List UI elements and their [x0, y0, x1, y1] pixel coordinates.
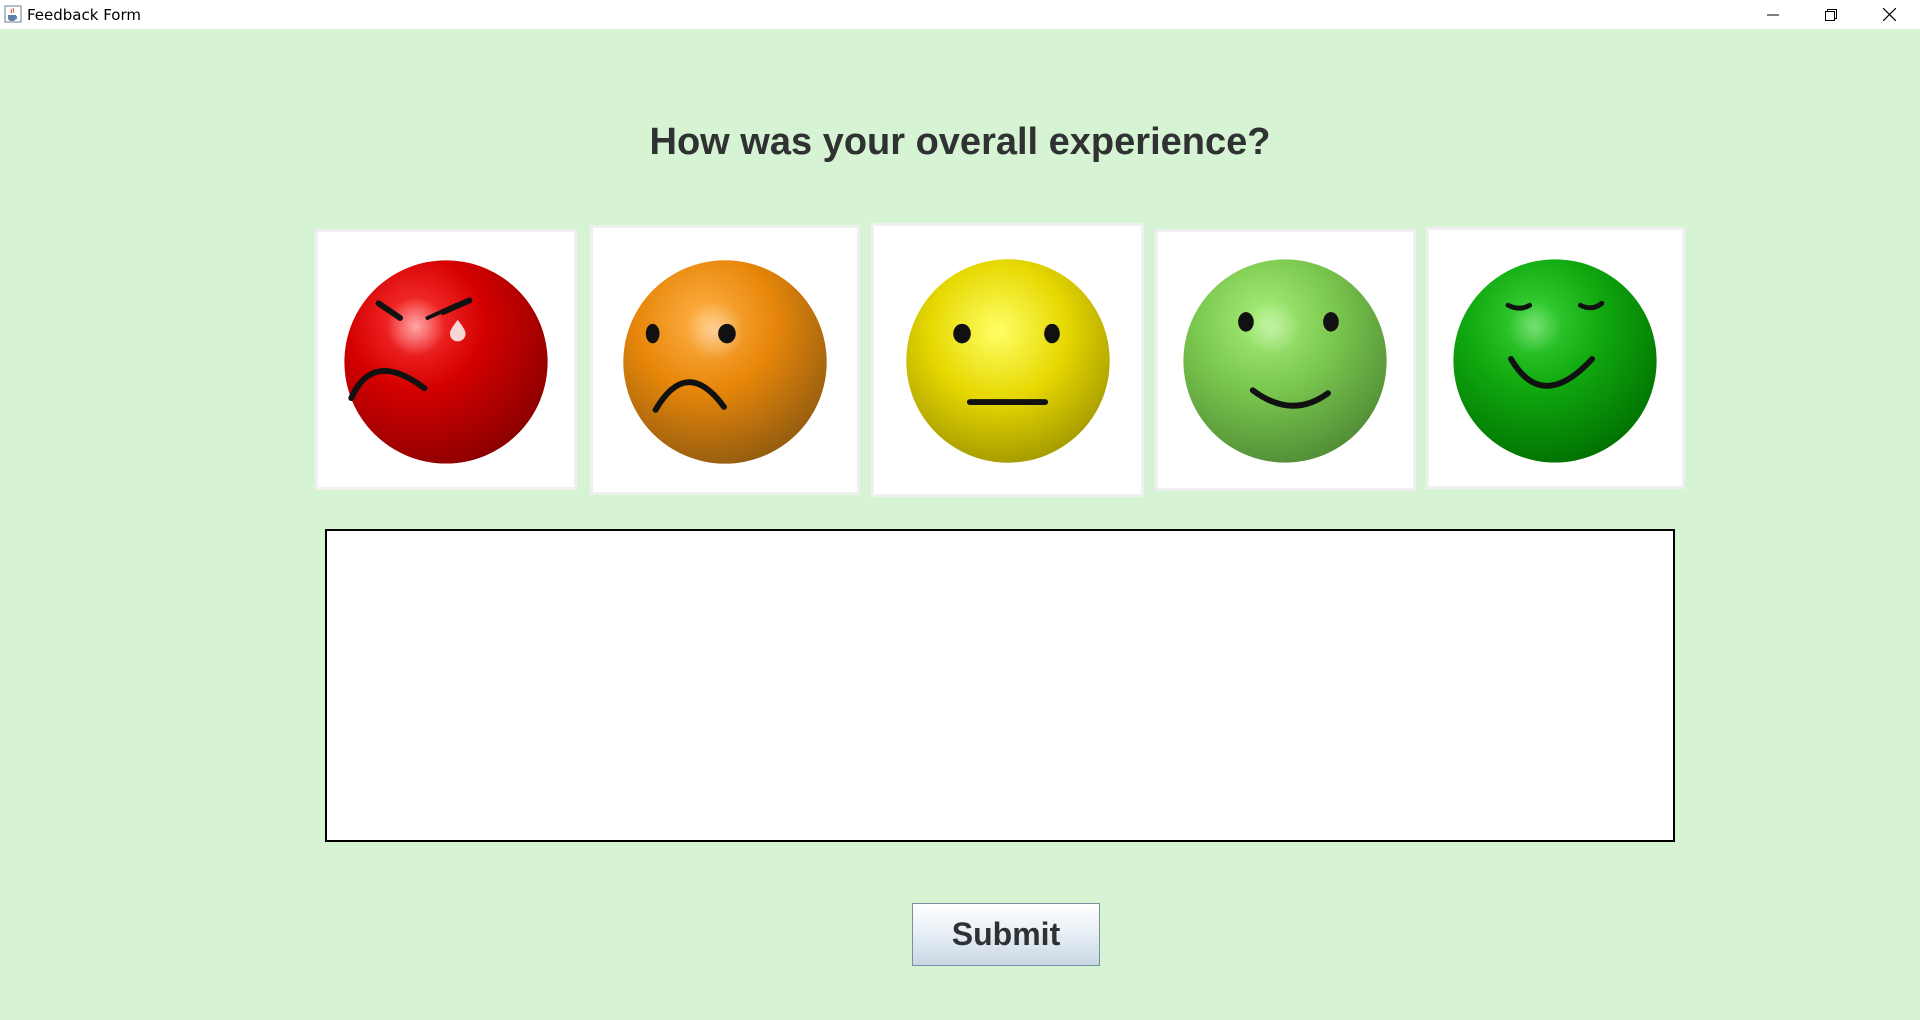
rating-very-dissatisfied[interactable] [315, 229, 577, 490]
smiling-face-icon [1183, 259, 1387, 463]
rating-very-satisfied[interactable] [1426, 227, 1685, 489]
window-title: Feedback Form [27, 6, 141, 24]
angry-crying-face-icon [344, 260, 548, 464]
close-icon [1882, 8, 1896, 21]
submit-button[interactable]: Submit [912, 903, 1100, 966]
title-bar: Feedback Form [0, 0, 1920, 29]
close-button[interactable] [1860, 0, 1918, 29]
feedback-panel: How was your overall experience? Submit [0, 29, 1920, 1020]
rating-satisfied[interactable] [1155, 229, 1416, 491]
rating-neutral[interactable] [871, 223, 1144, 497]
restore-button[interactable] [1802, 0, 1860, 29]
sad-face-icon [623, 260, 827, 464]
minimize-icon [1767, 14, 1779, 15]
minimize-button[interactable] [1744, 0, 1802, 29]
feedback-textarea[interactable] [325, 529, 1675, 842]
java-cup-icon [4, 5, 22, 23]
restore-icon [1825, 8, 1837, 21]
question-heading: How was your overall experience? [649, 121, 1271, 163]
rating-dissatisfied[interactable] [590, 225, 860, 495]
neutral-face-icon [906, 259, 1110, 463]
grinning-face-icon [1453, 259, 1657, 463]
